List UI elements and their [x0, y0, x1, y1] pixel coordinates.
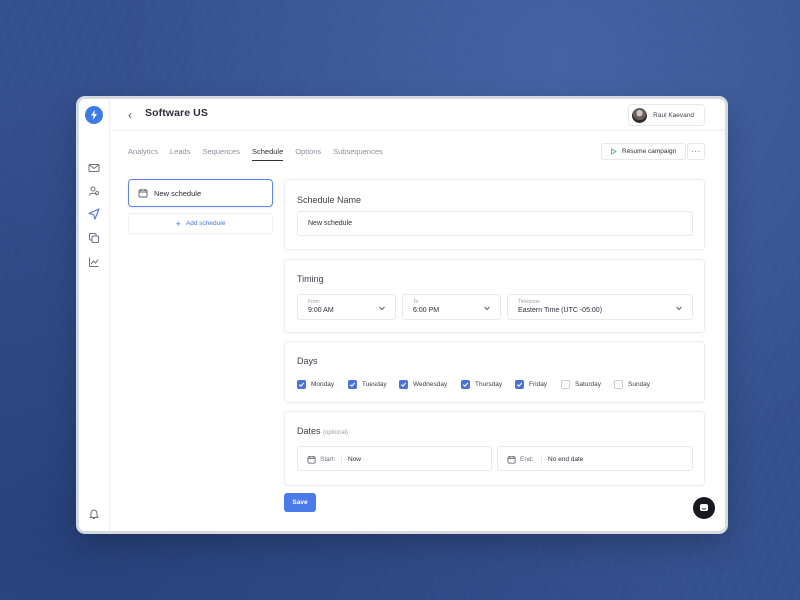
calendar-icon: [138, 189, 148, 198]
tab-analytics[interactable]: Analytics: [128, 147, 158, 161]
dates-title: Dates (optional): [297, 426, 348, 436]
days-title: Days: [297, 356, 318, 366]
dates-optional-note: (optional): [323, 430, 349, 436]
timezone-value: Eastern Time (UTC -05:00): [518, 307, 603, 314]
chat-icon[interactable]: [693, 497, 715, 519]
checkbox-checked-icon[interactable]: [515, 380, 524, 389]
to-label: To: [413, 299, 419, 305]
checkbox-checked-icon[interactable]: [348, 380, 357, 389]
dates-card: Dates (optional) Start: Now End: No end …: [284, 411, 705, 486]
copy-icon[interactable]: [87, 231, 101, 245]
day-label: Friday: [529, 381, 548, 388]
day-tuesday[interactable]: Tuesday: [348, 380, 387, 389]
day-label: Sunday: [628, 381, 651, 388]
tab-subsequences[interactable]: Subsequences: [333, 147, 383, 161]
calendar-icon: [307, 455, 316, 464]
tab-leads[interactable]: Leads: [170, 147, 190, 161]
more-icon: ···: [691, 147, 701, 156]
tab-sequences[interactable]: Sequences: [202, 147, 240, 161]
field-divider: [541, 455, 542, 465]
end-date-field[interactable]: End: No end date: [497, 446, 693, 471]
chevron-down-icon: [484, 306, 490, 311]
tab-options[interactable]: Options: [295, 147, 321, 161]
schedule-list-item-label: New schedule: [154, 188, 202, 198]
to-time-select[interactable]: To 6:00 PM: [402, 294, 501, 320]
from-time-select[interactable]: From 9:00 AM: [297, 294, 396, 320]
schedule-name-card: Schedule Name New schedule: [284, 179, 705, 250]
timezone-select[interactable]: Timezone Eastern Time (UTC -05:00): [507, 294, 693, 320]
schedule-list-item[interactable]: New schedule: [128, 179, 273, 207]
more-options-button[interactable]: ···: [687, 143, 705, 160]
end-value: No end date: [548, 456, 584, 463]
day-wednesday[interactable]: Wednesday: [399, 380, 447, 389]
day-label: Tuesday: [362, 381, 387, 388]
save-button[interactable]: Save: [284, 493, 316, 512]
start-date-field[interactable]: Start: Now: [297, 446, 492, 471]
analytics-icon[interactable]: [87, 255, 101, 269]
day-label: Wednesday: [413, 381, 448, 388]
chevron-down-icon: [379, 306, 385, 311]
timing-title: Timing: [297, 274, 324, 284]
plus-icon: +: [175, 218, 181, 229]
side-rail: [79, 99, 110, 531]
tab-schedule[interactable]: Schedule: [251, 147, 284, 161]
add-schedule-label: Add schedule: [185, 220, 226, 227]
top-bar: ‹ Software US Raul Kaevand: [110, 99, 725, 131]
start-value: Now: [348, 456, 362, 463]
logo-bolt-icon[interactable]: [85, 106, 103, 124]
day-thursday[interactable]: Thursday: [461, 380, 502, 389]
add-schedule-button[interactable]: + Add schedule: [128, 213, 273, 234]
days-card: Days Monday Tuesday Wednesday Thursday F…: [284, 341, 705, 403]
mail-icon[interactable]: [87, 161, 101, 175]
schedule-name-title: Schedule Name: [297, 195, 362, 205]
to-value: 6:00 PM: [413, 307, 440, 314]
day-saturday[interactable]: Saturday: [561, 380, 601, 389]
day-label: Monday: [311, 381, 335, 388]
app-window: ‹ Software US Raul Kaevand Analytics Lea…: [79, 99, 725, 531]
bell-icon[interactable]: [87, 507, 101, 521]
send-icon[interactable]: [87, 207, 101, 221]
end-label: End:: [520, 456, 534, 463]
checkbox-checked-icon[interactable]: [399, 380, 408, 389]
play-icon: [611, 148, 617, 155]
campaign-tabs: Analytics Leads Sequences Schedule Optio…: [128, 147, 395, 161]
user-menu[interactable]: Raul Kaevand: [628, 104, 705, 126]
page-title: Software US: [145, 107, 208, 119]
field-divider: [341, 455, 342, 465]
resume-campaign-button[interactable]: Resume campaign: [601, 143, 686, 160]
back-icon[interactable]: ‹: [128, 108, 140, 122]
avatar: [632, 107, 648, 123]
checkbox-checked-icon[interactable]: [461, 380, 470, 389]
chevron-down-icon: [676, 306, 682, 311]
day-label: Saturday: [575, 381, 602, 388]
timing-card: Timing From 9:00 AM To 6:00 PM Timezone …: [284, 259, 705, 333]
resume-campaign-label: Resume campaign: [622, 148, 677, 155]
day-monday[interactable]: Monday: [297, 380, 334, 389]
checkbox-checked-icon[interactable]: [297, 380, 306, 389]
checkbox-unchecked-icon[interactable]: [561, 380, 570, 389]
dates-title-text: Dates: [297, 426, 321, 436]
schedule-name-value: New schedule: [308, 220, 352, 227]
checkbox-unchecked-icon[interactable]: [614, 380, 623, 389]
calendar-icon: [507, 455, 516, 464]
leads-icon[interactable]: [87, 184, 101, 198]
start-label: Start:: [320, 456, 336, 463]
from-value: 9:00 AM: [308, 307, 334, 314]
day-friday[interactable]: Friday: [515, 380, 547, 389]
timezone-label: Timezone: [518, 299, 540, 305]
user-name: Raul Kaevand: [653, 111, 694, 119]
from-label: From: [308, 299, 320, 305]
schedule-name-input[interactable]: New schedule: [297, 211, 693, 236]
day-label: Thursday: [475, 381, 503, 388]
day-sunday[interactable]: Sunday: [614, 380, 650, 389]
